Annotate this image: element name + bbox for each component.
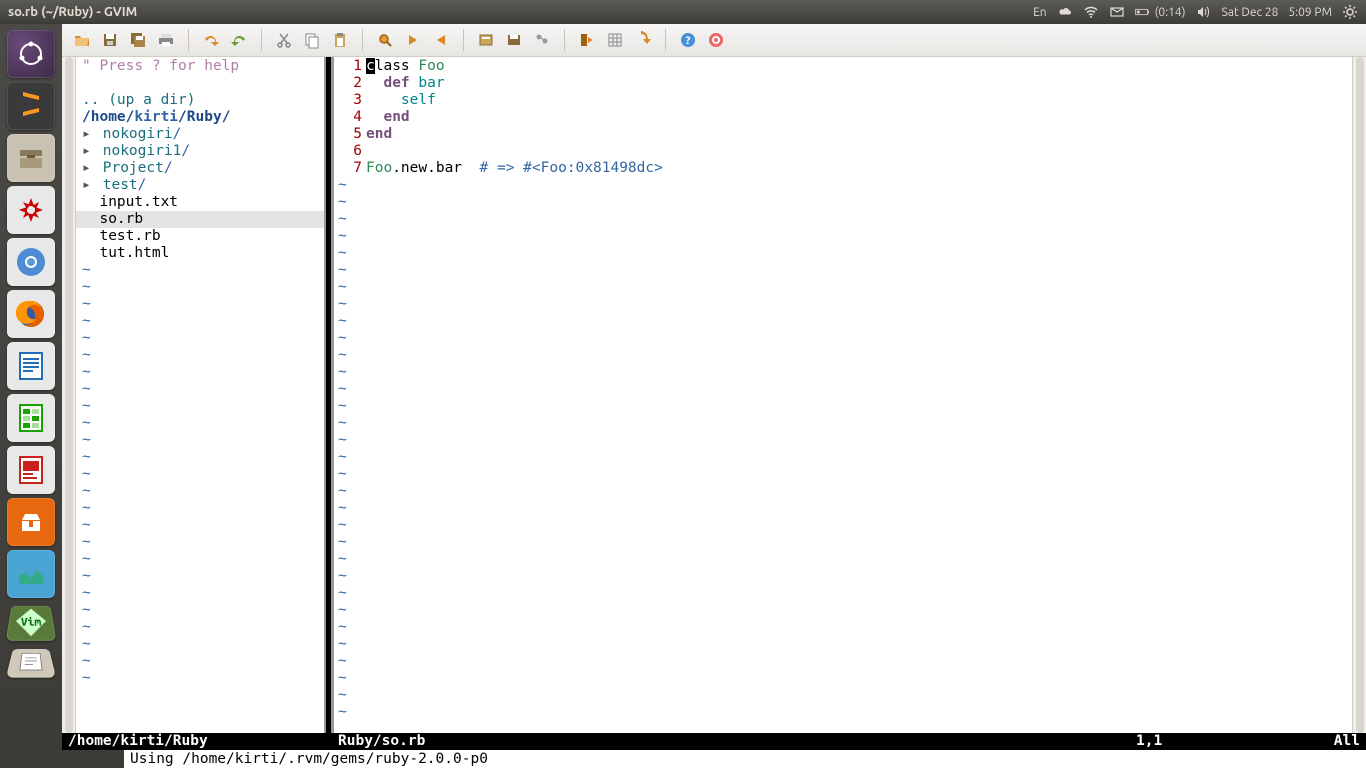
- launcher-vim[interactable]: Vim: [6, 606, 57, 641]
- keyboard-indicator[interactable]: En: [1033, 6, 1047, 19]
- toolbar-findnext-icon[interactable]: [401, 28, 425, 52]
- window-titlebar: so.rb (~/Ruby) - GVIM En (0:14) Sat Dec …: [0, 0, 1366, 24]
- system-tray: En (0:14) Sat Dec 28 5:09 PM: [1033, 4, 1358, 20]
- toolbar-help-icon[interactable]: ?: [676, 28, 700, 52]
- toolbar-copy-icon[interactable]: [300, 28, 324, 52]
- wifi-icon[interactable]: [1083, 4, 1099, 20]
- toolbar-open-icon[interactable]: [70, 28, 94, 52]
- launcher-app-map[interactable]: [7, 550, 55, 598]
- launcher-app-santiago[interactable]: [7, 186, 55, 234]
- netrw-pane[interactable]: " Press ? for help .. (up a dir)/home/ki…: [76, 57, 324, 733]
- status-cursor-pos: 1,1: [1136, 733, 1326, 750]
- session-gear-icon[interactable]: [1342, 4, 1358, 20]
- gvim-toolbar: ?: [62, 24, 1366, 57]
- command-line[interactable]: Using /home/kirti/.rvm/gems/ruby-2.0.0-p…: [62, 750, 1366, 768]
- status-scroll-pct: All: [1326, 733, 1366, 750]
- toolbar-jump-icon[interactable]: [631, 28, 655, 52]
- launcher-libreoffice-calc[interactable]: [7, 394, 55, 442]
- launcher-gedit[interactable]: [6, 649, 56, 678]
- svg-text:?: ?: [685, 35, 691, 47]
- status-line: /home/kirti/Ruby Ruby/so.rb 1,1 All: [62, 733, 1366, 750]
- toolbar-print-icon[interactable]: [154, 28, 178, 52]
- toolbar-session-save-icon[interactable]: [502, 28, 526, 52]
- vertical-split-bar[interactable]: [324, 57, 334, 733]
- clock-date[interactable]: Sat Dec 28: [1221, 6, 1278, 19]
- toolbar-taglist-icon[interactable]: [603, 28, 627, 52]
- svg-text:Vim: Vim: [20, 617, 41, 629]
- gvim-window: ? " Press ? for help .. (up a dir)/home/…: [62, 24, 1366, 768]
- launcher-chromium[interactable]: [7, 238, 55, 286]
- status-filename: Ruby/so.rb: [334, 733, 1136, 750]
- launcher-dash[interactable]: [7, 30, 55, 78]
- toolbar-make-icon[interactable]: [575, 28, 599, 52]
- launcher-files[interactable]: [7, 134, 55, 182]
- window-title: so.rb (~/Ruby) - GVIM: [8, 5, 137, 19]
- toolbar-saveall-icon[interactable]: [126, 28, 150, 52]
- line-number-gutter: 1234567~~~~~~~~~~~~~~~~~~~~~~~~~~~~~~~~: [334, 57, 366, 733]
- toolbar-redo-icon[interactable]: [227, 28, 251, 52]
- launcher-libreoffice-impress[interactable]: [7, 446, 55, 494]
- cloud-icon[interactable]: [1057, 4, 1073, 20]
- toolbar-save-icon[interactable]: [98, 28, 122, 52]
- launcher-sublime[interactable]: [7, 82, 55, 130]
- toolbar-find-icon[interactable]: [373, 28, 397, 52]
- clock-time[interactable]: 5:09 PM: [1288, 6, 1332, 19]
- volume-icon[interactable]: [1195, 4, 1211, 20]
- toolbar-findprev-icon[interactable]: [429, 28, 453, 52]
- status-left-path: /home/kirti/Ruby: [62, 733, 324, 750]
- netrw-scrollbar[interactable]: [62, 57, 76, 733]
- toolbar-paste-icon[interactable]: [328, 28, 352, 52]
- toolbar-session-load-icon[interactable]: [474, 28, 498, 52]
- battery-indicator[interactable]: (0:14): [1135, 4, 1186, 20]
- launcher-libreoffice-writer[interactable]: [7, 342, 55, 390]
- toolbar-findhelp-icon[interactable]: [704, 28, 728, 52]
- launcher-firefox[interactable]: [7, 290, 55, 338]
- toolbar-undo-icon[interactable]: [199, 28, 223, 52]
- launcher-software-center[interactable]: [7, 498, 55, 546]
- editor-pane[interactable]: 1234567~~~~~~~~~~~~~~~~~~~~~~~~~~~~~~~~ …: [334, 57, 1352, 733]
- editor-scrollbar[interactable]: [1352, 57, 1366, 733]
- toolbar-runscript-icon[interactable]: [530, 28, 554, 52]
- unity-launcher: Vim: [0, 24, 62, 768]
- mail-icon[interactable]: [1109, 4, 1125, 20]
- code-content[interactable]: class Foo def bar self endend Foo.new.ba…: [366, 57, 1352, 733]
- toolbar-cut-icon[interactable]: [272, 28, 296, 52]
